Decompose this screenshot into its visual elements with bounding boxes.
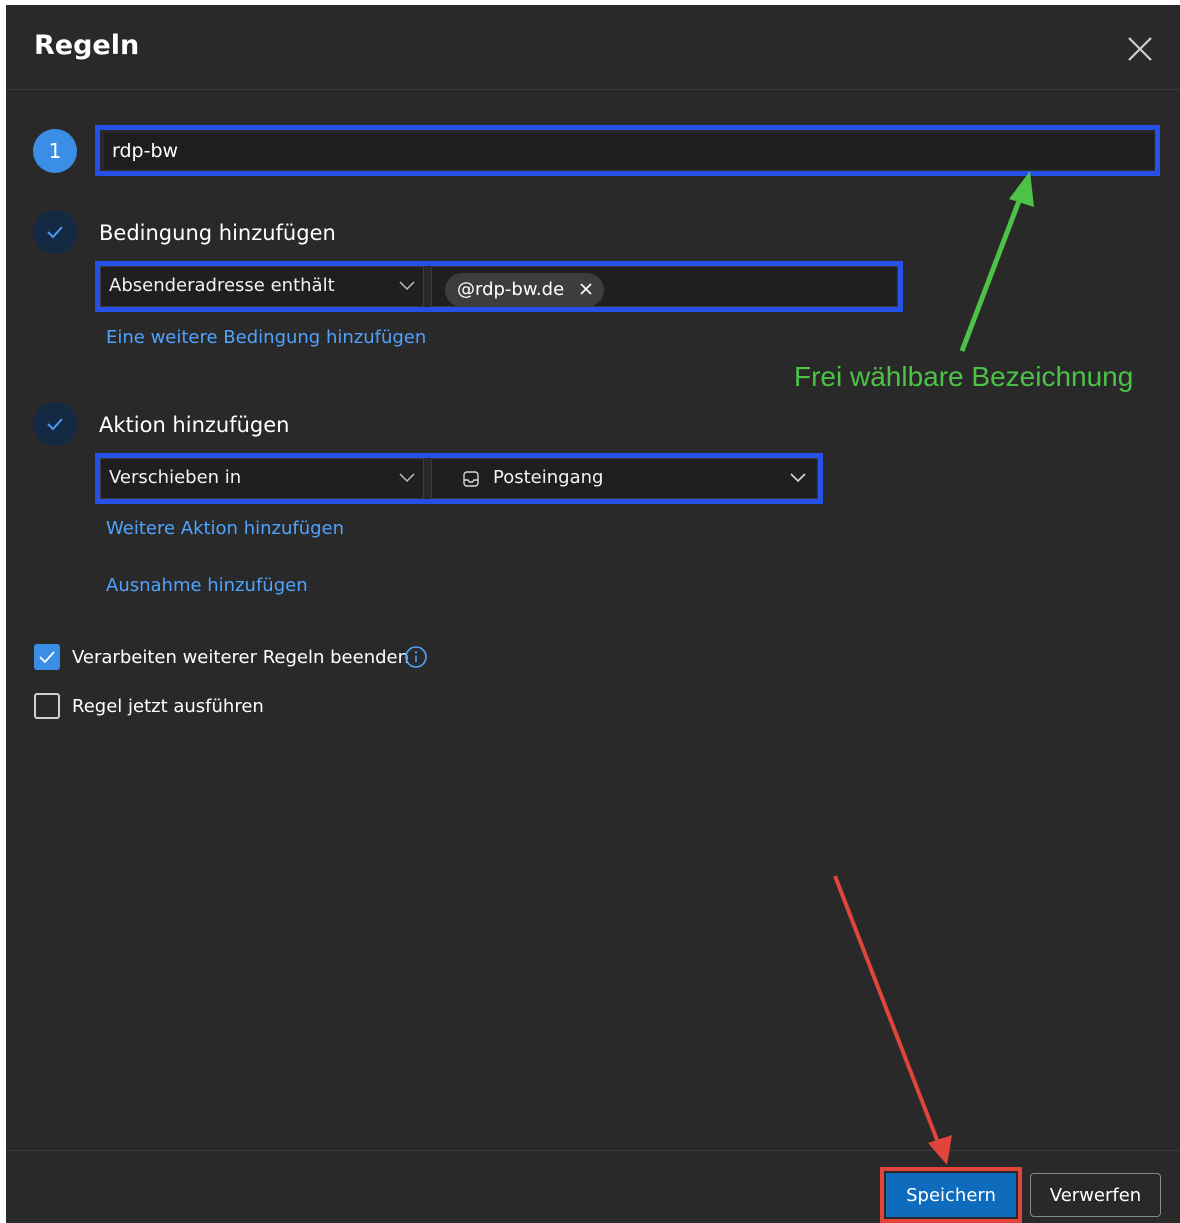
checkmark-icon bbox=[47, 418, 63, 431]
run-now-label: Regel jetzt ausführen bbox=[72, 696, 264, 717]
chevron-down-icon bbox=[399, 473, 415, 483]
checkmark-icon bbox=[47, 226, 63, 239]
target-folder-select[interactable]: Posteingang bbox=[431, 458, 818, 499]
rules-dialog: Regeln 1 Bedingung hinzufügen Absenderad… bbox=[6, 5, 1180, 1223]
info-icon[interactable] bbox=[404, 645, 428, 669]
inbox-icon bbox=[463, 471, 479, 487]
condition-type-select[interactable]: Absenderadresse enthält bbox=[100, 266, 424, 307]
sender-address-chip: @rdp-bw.de bbox=[445, 273, 604, 307]
action-type-select[interactable]: Verschieben in bbox=[100, 458, 424, 499]
chip-label: @rdp-bw.de bbox=[457, 279, 565, 300]
green-arrow-line bbox=[959, 192, 1025, 352]
checkmark-icon bbox=[39, 651, 55, 664]
close-button[interactable] bbox=[1125, 34, 1155, 64]
annotation-label: Frei wählbare Bezeichnung bbox=[794, 361, 1134, 392]
close-icon bbox=[1128, 37, 1152, 61]
add-action-link[interactable]: Weitere Aktion hinzufügen bbox=[106, 518, 344, 539]
action-section-label: Aktion hinzufügen bbox=[99, 413, 290, 437]
red-arrow-line bbox=[833, 875, 941, 1146]
add-condition-link[interactable]: Eine weitere Bedingung hinzufügen bbox=[106, 327, 426, 348]
remove-chip-icon[interactable] bbox=[579, 282, 593, 296]
step-number-badge: 1 bbox=[33, 129, 77, 173]
step-condition-done-badge bbox=[33, 210, 77, 254]
run-now-checkbox[interactable] bbox=[34, 693, 60, 719]
save-highlight-box bbox=[880, 1167, 1022, 1223]
dialog-header: Regeln bbox=[6, 5, 1180, 90]
stop-processing-checkbox[interactable] bbox=[34, 644, 60, 670]
dialog-title: Regeln bbox=[34, 30, 140, 61]
add-exception-link[interactable]: Ausnahme hinzufügen bbox=[106, 575, 308, 596]
condition-type-value: Absenderadresse enthält bbox=[109, 275, 335, 296]
annotation-arrows bbox=[833, 171, 1034, 1165]
discard-button[interactable]: Verwerfen bbox=[1030, 1173, 1161, 1217]
rule-name-input[interactable] bbox=[104, 133, 1154, 169]
green-arrow-head bbox=[1009, 171, 1034, 207]
chevron-down-icon bbox=[790, 473, 806, 483]
target-folder-value: Posteingang bbox=[493, 467, 604, 488]
action-type-value: Verschieben in bbox=[109, 467, 242, 488]
condition-section-label: Bedingung hinzufügen bbox=[99, 221, 336, 245]
footer-divider bbox=[6, 1150, 1180, 1151]
step-action-done-badge bbox=[33, 402, 77, 446]
stop-processing-label: Verarbeiten weiterer Regeln beenden bbox=[72, 647, 410, 668]
chevron-down-icon bbox=[399, 281, 415, 291]
